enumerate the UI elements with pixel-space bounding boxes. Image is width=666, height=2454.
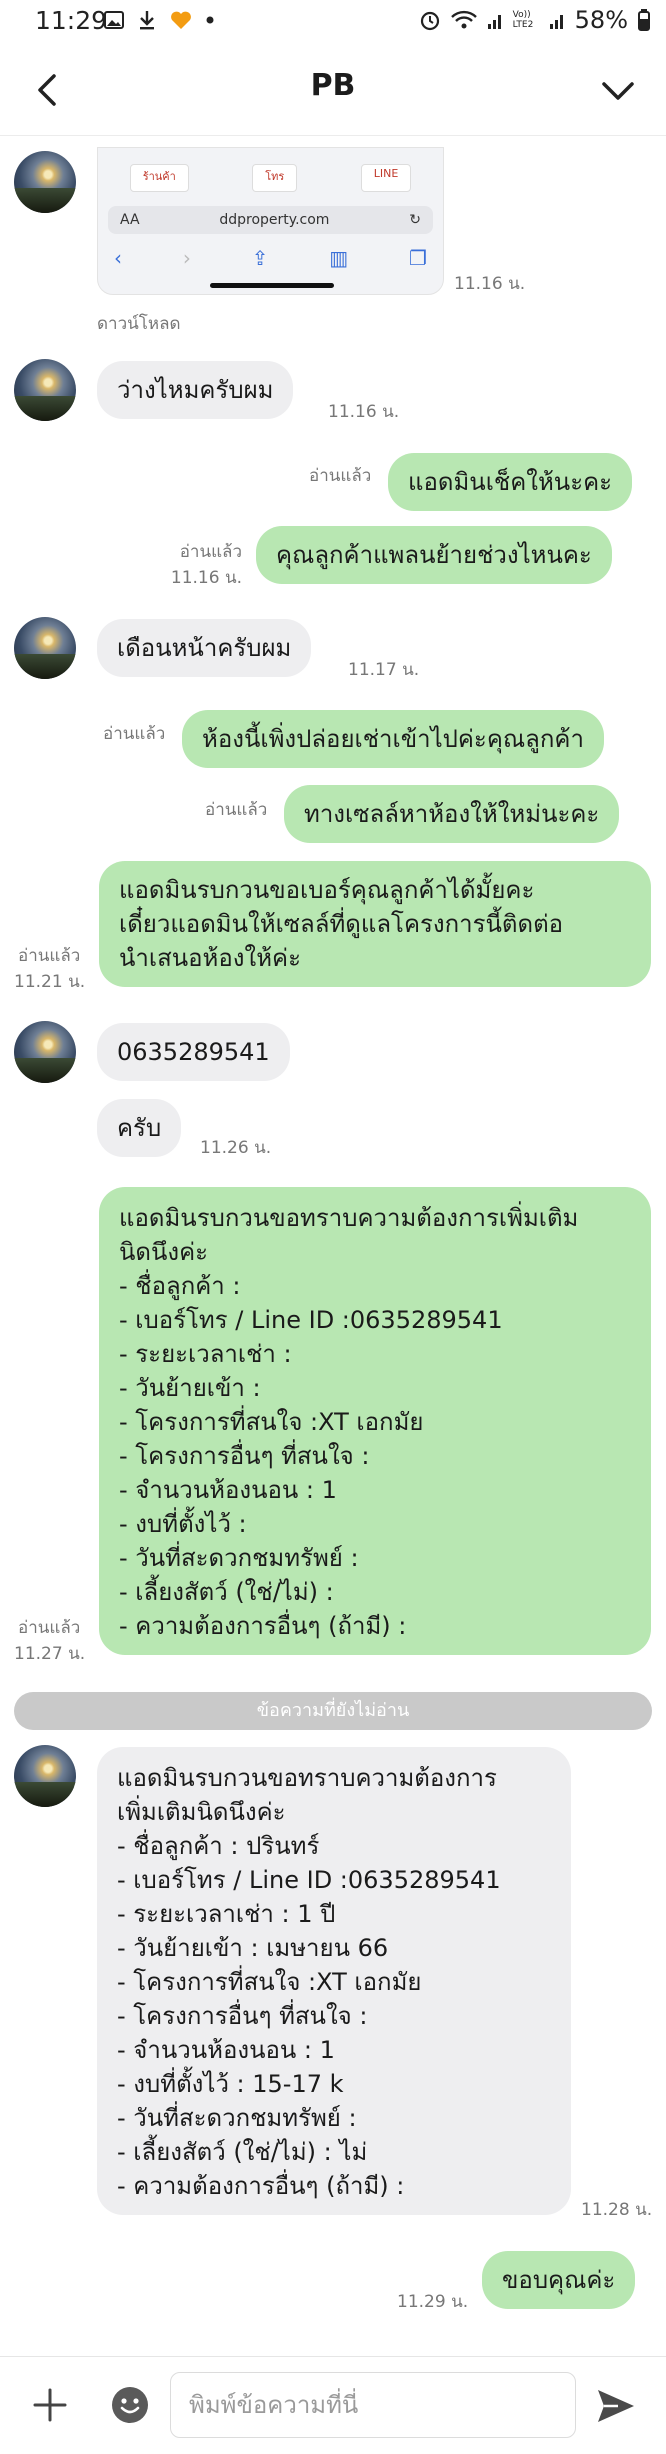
- read-receipt: อ่านแล้ว: [18, 1618, 81, 1638]
- chevron-down-icon[interactable]: [596, 68, 640, 112]
- image-message[interactable]: ร้านค้า โทร LINE AA ddproperty.com ↻ ‹ ›…: [97, 147, 444, 295]
- status-right: Vo)) LTE2 58%: [419, 6, 650, 34]
- message-time: 11.16 น.: [170, 568, 242, 588]
- send-icon[interactable]: [594, 2384, 638, 2428]
- avatar[interactable]: [14, 617, 76, 679]
- message-time: 11.26 น.: [200, 1138, 272, 1158]
- plus-icon[interactable]: [30, 2385, 70, 2425]
- unread-divider: ข้อความที่ยังไม่อ่าน: [14, 1692, 652, 1730]
- signal-icon: [487, 15, 501, 29]
- avatar[interactable]: [14, 1021, 76, 1083]
- download-link[interactable]: ดาวน์โหลด: [97, 313, 181, 335]
- read-receipt: อ่านแล้ว: [18, 946, 81, 966]
- alarm-icon: [420, 11, 439, 31]
- message-bubble-incoming[interactable]: ว่างไหมครับผม: [97, 361, 294, 419]
- message-bubble-outgoing[interactable]: แอดมินรบกวนขอทราบความต้องการเพิ่มเติม นิ…: [99, 1187, 651, 1655]
- message-time: 11.17 น.: [348, 660, 420, 680]
- message-bubble-outgoing[interactable]: ขอบคุณค่ะ: [482, 2251, 636, 2309]
- image-tab-2: โทร: [252, 164, 298, 192]
- reload-icon: ↻: [409, 212, 421, 228]
- image-url-bar: AA ddproperty.com ↻: [108, 206, 433, 234]
- message-bubble-outgoing[interactable]: ทางเซลล์หาห้องให้ใหม่นะคะ: [284, 785, 620, 843]
- message-bubble-outgoing[interactable]: แอดมินรบกวนขอเบอร์คุณลูกค้าได้มั้ยคะ เดี…: [99, 861, 651, 987]
- home-indicator: [210, 283, 334, 288]
- notification-icons: [104, 10, 214, 30]
- read-receipt: อ่านแล้ว: [309, 466, 372, 486]
- image-tabs: ร้านค้า โทร LINE: [98, 164, 443, 192]
- book-icon: ▥: [329, 246, 349, 270]
- battery-percent: 58%: [574, 6, 628, 34]
- avatar[interactable]: [14, 359, 76, 421]
- gallery-icon: [104, 11, 124, 29]
- dot-icon: [206, 16, 214, 24]
- message-bubble-incoming[interactable]: เดือนหน้าครับผม: [97, 619, 312, 677]
- image-aa: AA: [120, 212, 140, 228]
- read-receipt: อ่านแล้ว: [179, 542, 242, 562]
- message-bubble-outgoing[interactable]: คุณลูกค้าแพลนย้ายช่วงไหนคะ: [256, 526, 612, 584]
- message-time: 11.16 น.: [454, 274, 526, 294]
- avatar[interactable]: [14, 151, 76, 213]
- image-browser-nav: ‹ › ⇪ ▥ ❐: [108, 244, 433, 272]
- read-receipt: อ่านแล้ว: [103, 724, 166, 744]
- message-time: 11.29 น.: [397, 2292, 469, 2312]
- message-time: 11.28 น.: [581, 2200, 653, 2220]
- message-bubble-incoming[interactable]: ครับ: [97, 1099, 182, 1157]
- download-icon: [140, 11, 154, 30]
- message-time: 11.21 น.: [14, 972, 86, 992]
- message-input[interactable]: พิมพ์ข้อความที่นี่: [170, 2372, 576, 2438]
- forward-arrow-icon: ›: [182, 246, 191, 270]
- input-bar: พิมพ์ข้อความที่นี่: [0, 2356, 666, 2454]
- status-bar: 11:29 Vo)) LTE2 58%: [0, 0, 666, 44]
- message-time: 11.16 น.: [328, 402, 400, 422]
- image-tab-3: LINE: [360, 164, 412, 192]
- emoji-icon[interactable]: [110, 2385, 150, 2425]
- battery-icon: [638, 9, 650, 31]
- image-tab-1: ร้านค้า: [129, 164, 189, 192]
- chat-title[interactable]: PB: [0, 68, 666, 103]
- signal-icon-2: [549, 15, 563, 29]
- avatar[interactable]: [14, 1745, 76, 1807]
- image-url: ddproperty.com: [219, 212, 330, 228]
- status-time: 11:29: [35, 6, 108, 35]
- wifi-icon: [450, 10, 477, 29]
- chat-header: PB: [0, 46, 666, 136]
- message-bubble-outgoing[interactable]: แอดมินเช็คให้นะคะ: [388, 453, 633, 511]
- read-receipt: อ่านแล้ว: [205, 800, 268, 820]
- message-bubble-incoming[interactable]: แอดมินรบกวนขอทราบความต้องการ เพิ่มเติมนิ…: [97, 1747, 571, 2215]
- back-arrow-icon: ‹: [114, 246, 122, 270]
- share-icon: ⇪: [251, 246, 269, 270]
- chat-body[interactable]: ร้านค้า โทร LINE AA ddproperty.com ↻ ‹ ›…: [0, 137, 666, 2357]
- message-bubble-outgoing[interactable]: ห้องนี้เพิ่งปล่อยเช่าเข้าไปค่ะคุณลูกค้า: [182, 710, 604, 768]
- message-time: 11.27 น.: [14, 1644, 86, 1664]
- message-bubble-incoming[interactable]: 0635289541: [97, 1023, 290, 1081]
- tabs-icon: ❐: [409, 246, 427, 270]
- volte-label: Vo)) LTE2: [512, 10, 534, 30]
- heart-app-icon: [171, 11, 191, 29]
